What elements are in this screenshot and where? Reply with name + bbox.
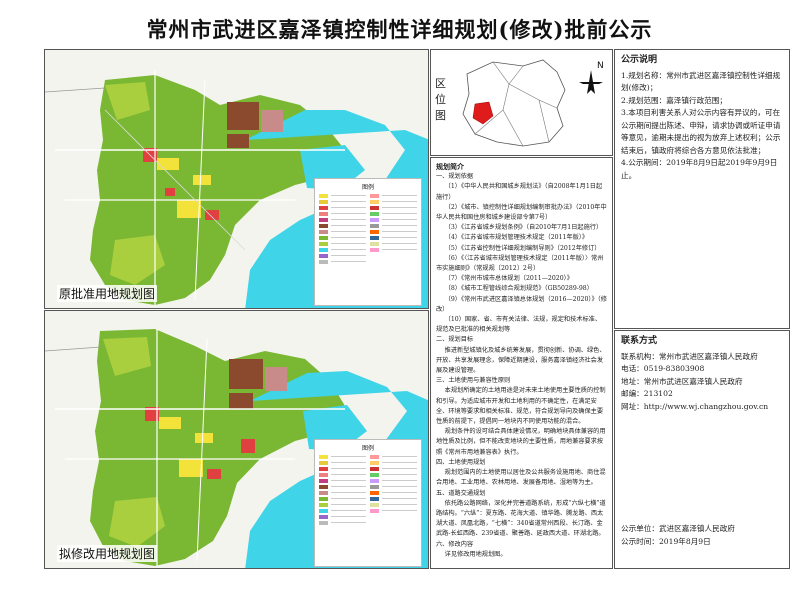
intro-item: （9）《常州市武进区嘉泽镇总体规划（2016—2020）》（修改） [436, 295, 607, 313]
intro-item: 依托路公路网络，深化并完善道路系统，形成“六纵七横”道路结构。“六纵”：夏东路、… [436, 499, 606, 538]
contact-postcode: 邮编：213102 [621, 389, 673, 398]
intro-item: （6）《〈江苏省城市规划管理技术规定（2011年版）〉常州市实施细则》（常规规〔… [436, 254, 604, 273]
page-title: 常州市武进区嘉泽镇控制性详细规划(修改)批前公示 [146, 17, 653, 42]
contact-website[interactable]: 网址：http://www.wj.changzhou.gov.cn [621, 401, 783, 414]
announcer-block: 公示单位：武进区嘉泽镇人民政府 公示时间：2019年8月9日 [621, 523, 735, 548]
original-map-legend: 图例 [314, 178, 422, 306]
notice-heading: 公示说明 [621, 55, 658, 65]
intro-item: （2）《城市、镇控制性详细规划编制审批办法》（2010年中华人民共和国住房和城乡… [436, 203, 607, 222]
contact-heading: 联系方式 [621, 336, 658, 346]
notice-item: 2.规划范围：嘉泽镇行政范围； [621, 95, 727, 105]
legend-title: 图例 [361, 445, 374, 452]
compass-icon: N [579, 61, 604, 94]
notice-item: 1.规划名称：常州市武进区嘉泽镇控制性详细规划(修改)； [621, 70, 781, 93]
intro-item: 五、道路交通规划 [436, 489, 486, 497]
intro-item: （8）《城市工程管线综合规划规范》（GB50289-98） [444, 285, 593, 293]
north-mark: N [597, 61, 604, 71]
location-map-label: 区位图 [435, 77, 446, 122]
contact-panel: 联系方式 联系机构：常州市武进区嘉泽镇人民政府 电话：0519-83803908… [614, 330, 790, 569]
intro-item: （7）《常州市城市总体规划（2011—2020）》 [444, 275, 573, 283]
intro-item: 一、规划依据 [436, 173, 474, 181]
intro-item: 六、修改内容 [436, 540, 474, 548]
original-land-use-map: 图例 原批准用地规划图 [44, 49, 429, 309]
legend-title: 图例 [361, 184, 374, 191]
original-map-caption: 原批准用地规划图 [57, 285, 158, 302]
intro-item: 规划范围内的土地使用以居住及公共服务设施用地、商住混合用地、工业用地、农林用地、… [436, 469, 606, 487]
intro-item: （5）《江苏省控制性详细规划编制导则》（2012年修订） [444, 244, 601, 252]
intro-item: （4）《江苏省城市规划管理技术规定（2011年版）》 [444, 234, 589, 242]
intro-item: 详见修改用地规划图。 [444, 550, 507, 558]
intro-item: 推进新型城镇化及城乡统筹发展，贯彻创新、协调、绿色、开放、共享发展理念，保障近期… [436, 346, 606, 375]
intro-item: （10）国家、省、市有关法律、法规，规定和技术标准、规范及已批准的相关规划等 [436, 316, 602, 334]
intro-item: 四、土地使用规划 [436, 458, 486, 466]
intro-item: 二、规划目标 [436, 336, 474, 344]
notice-item: 4.公示期间：2019年8月9日起2019年9月9日止。 [621, 158, 778, 180]
announcer: 公示单位：武进区嘉泽镇人民政府 [621, 524, 735, 533]
planning-intro-panel: 规划简介 一、规划依据 （1）《中华人民共和国城乡规划法》（自2008年1月1日… [430, 157, 613, 569]
intro-item: 三、土地使用与兼容性原则 [436, 377, 511, 385]
revised-land-use-map: 图例 拟修改用地规划图 [44, 310, 429, 569]
contact-organization: 联系机构：常州市武进区嘉泽镇人民政府 [621, 351, 758, 361]
intro-heading: 规划简介 [436, 162, 464, 171]
intro-item: 本规划所确定的土地用途是对未来土地使用主要性质的控制和引导。为适应城市开发和土地… [436, 387, 606, 426]
notice-panel: 公示说明 1.规划名称：常州市武进区嘉泽镇控制性详细规划(修改)； 2.规划范围… [614, 49, 790, 329]
revised-map-legend: 图例 [314, 439, 422, 567]
intro-item: （3）《江苏省城乡规划条例》（自2010年7月1日起施行） [444, 224, 603, 232]
intro-item: （1）《中华人民共和国城乡规划法》（自2008年1月1日起施行） [436, 183, 603, 201]
location-map-graphic: N [462, 59, 604, 147]
contact-phone: 电话：0519-83803908 [621, 364, 705, 373]
contact-address: 地址：常州市武进区嘉泽镇人民政府 [621, 376, 743, 386]
notice-item: 3.本项目利害关系人对公示内容有异议的，可在公示期间提出陈述、申辩，请求协调或听… [621, 108, 781, 155]
revised-map-caption: 拟修改用地规划图 [57, 545, 158, 562]
location-map-panel: 区位图 N [430, 49, 613, 156]
intro-item: 规划条件的设可结合具体建设情况，明确地块具体兼容的用地性质及比例，但不能改变地块… [436, 428, 606, 456]
announce-date: 公示时间：2019年8月9日 [621, 536, 711, 546]
